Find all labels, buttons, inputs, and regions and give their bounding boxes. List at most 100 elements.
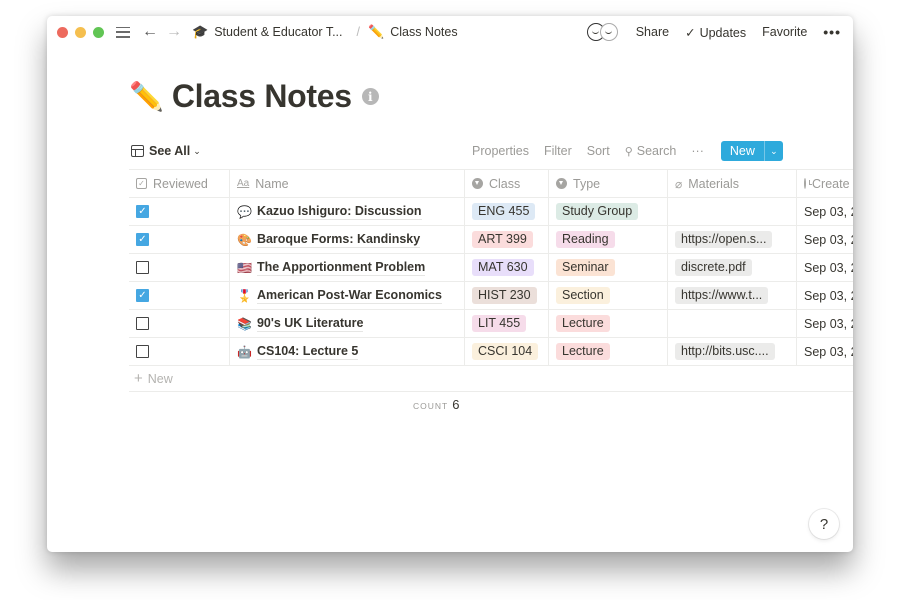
properties-button[interactable]: Properties: [472, 144, 529, 158]
updates-button[interactable]: ✓ Updates: [685, 25, 746, 40]
name-cell[interactable]: 🤖 CS104: Lecture 5: [230, 338, 465, 365]
class-cell[interactable]: HIST 230: [465, 282, 549, 309]
table-row[interactable]: 🤖 CS104: Lecture 5 CSCI 104 Lecture http://b…: [129, 338, 853, 366]
type-cell[interactable]: Reading: [549, 226, 668, 253]
reviewed-checkbox[interactable]: ✓: [136, 205, 149, 218]
sort-button[interactable]: Sort: [587, 144, 610, 158]
row-title[interactable]: CS104: Lecture 5: [256, 344, 359, 360]
close-window-button[interactable]: [57, 26, 68, 38]
search-button[interactable]: ⚲ Search: [625, 144, 677, 158]
created-cell: Sep 03, 2: [797, 226, 853, 253]
page-title[interactable]: Class Notes: [172, 78, 352, 115]
table-row[interactable]: 🇺🇸 The Apportionment Problem MAT 630 Semina…: [129, 254, 853, 282]
material-file-link[interactable]: https://www.t...: [675, 287, 769, 304]
minimize-window-button[interactable]: [75, 26, 86, 38]
materials-cell[interactable]: http://bits.usc....: [668, 338, 797, 365]
table-row[interactable]: ✓ 🎖️ American Post-War Economics HIST 230 Se…: [129, 282, 853, 310]
more-options-icon[interactable]: •••: [823, 24, 841, 40]
column-header-created[interactable]: Create: [797, 170, 853, 197]
help-button[interactable]: ?: [809, 509, 839, 539]
search-icon: ⚲: [624, 146, 633, 158]
type-cell[interactable]: Lecture: [549, 338, 668, 365]
material-file-link[interactable]: discrete.pdf: [675, 259, 752, 276]
type-cell[interactable]: Lecture: [549, 310, 668, 337]
page-emoji-icon: 📚: [237, 316, 252, 331]
row-title[interactable]: American Post-War Economics: [256, 288, 442, 304]
row-count[interactable]: COUNT 6: [413, 397, 459, 412]
materials-cell[interactable]: https://www.t...: [668, 282, 797, 309]
row-title[interactable]: The Apportionment Problem: [256, 260, 426, 276]
check-icon: ✓: [685, 25, 696, 40]
class-cell[interactable]: LIT 455: [465, 310, 549, 337]
materials-cell[interactable]: https://open.s...: [668, 226, 797, 253]
row-title[interactable]: 90's UK Literature: [256, 316, 364, 332]
type-cell[interactable]: Study Group: [549, 198, 668, 225]
class-cell[interactable]: MAT 630: [465, 254, 549, 281]
materials-cell[interactable]: [668, 310, 797, 337]
column-header-name[interactable]: Aa Name: [230, 170, 465, 197]
column-header-class[interactable]: Class: [465, 170, 549, 197]
class-cell[interactable]: ENG 455: [465, 198, 549, 225]
text-property-icon: Aa: [237, 178, 250, 189]
table-row[interactable]: ✓ 💬 Kazuo Ishiguro: Discussion ENG 455 Study…: [129, 198, 853, 226]
count-value: 6: [452, 397, 460, 412]
materials-cell[interactable]: discrete.pdf: [668, 254, 797, 281]
created-cell: Sep 03, 2: [797, 282, 853, 309]
name-cell[interactable]: 🎨 Baroque Forms: Kandinsky: [230, 226, 465, 253]
created-date: Sep 03, 2: [804, 316, 853, 331]
row-title[interactable]: Kazuo Ishiguro: Discussion: [256, 204, 422, 220]
forward-arrow-icon[interactable]: →: [166, 24, 182, 40]
more-view-options-icon[interactable]: ···: [691, 144, 704, 158]
table-row[interactable]: 📚 90's UK Literature LIT 455 Lecture Sep 03,…: [129, 310, 853, 338]
new-button-label[interactable]: New: [721, 141, 764, 161]
name-cell[interactable]: 💬 Kazuo Ishiguro: Discussion: [230, 198, 465, 225]
class-cell[interactable]: CSCI 104: [465, 338, 549, 365]
name-cell[interactable]: 🎖️ American Post-War Economics: [230, 282, 465, 309]
select-property-icon: [556, 178, 567, 189]
class-tag: CSCI 104: [472, 343, 539, 360]
breadcrumb-current-page[interactable]: ✏️ Class Notes: [368, 24, 458, 40]
sidebar-toggle-icon[interactable]: [116, 26, 130, 38]
reviewed-checkbox[interactable]: [136, 317, 149, 330]
reviewed-cell: [129, 254, 230, 281]
reviewed-checkbox[interactable]: ✓: [136, 233, 149, 246]
maximize-window-button[interactable]: [93, 26, 104, 38]
name-cell[interactable]: 📚 90's UK Literature: [230, 310, 465, 337]
back-arrow-icon[interactable]: ←: [142, 24, 158, 40]
page-pencil-icon[interactable]: ✏️: [129, 80, 164, 113]
add-new-row-button[interactable]: + New: [129, 366, 853, 392]
info-icon[interactable]: i: [361, 88, 379, 105]
collaborator-avatars[interactable]: [586, 23, 618, 41]
favorite-button[interactable]: Favorite: [762, 25, 807, 39]
created-date: Sep 03, 2: [804, 260, 853, 275]
class-cell[interactable]: ART 399: [465, 226, 549, 253]
new-template-dropdown-icon[interactable]: ⌄: [763, 141, 783, 161]
column-header-materials[interactable]: ⌀ Materials: [668, 170, 797, 197]
count-label: COUNT: [413, 401, 449, 411]
reviewed-checkbox[interactable]: ✓: [136, 289, 149, 302]
name-cell[interactable]: 🇺🇸 The Apportionment Problem: [230, 254, 465, 281]
table-row[interactable]: ✓ 🎨 Baroque Forms: Kandinsky ART 399 Reading…: [129, 226, 853, 254]
type-cell[interactable]: Section: [549, 282, 668, 309]
share-button[interactable]: Share: [636, 25, 669, 39]
material-file-link[interactable]: http://bits.usc....: [675, 343, 775, 360]
materials-cell[interactable]: [668, 198, 797, 225]
row-title[interactable]: Baroque Forms: Kandinsky: [256, 232, 421, 248]
breadcrumb-workspace[interactable]: 🎓 Student & Educator T...: [192, 24, 343, 40]
column-header-type[interactable]: Type: [549, 170, 668, 197]
type-tag: Lecture: [556, 343, 610, 360]
page-emoji-icon: 🎨: [237, 232, 252, 247]
column-header-reviewed[interactable]: ✓ Reviewed: [129, 170, 230, 197]
type-cell[interactable]: Seminar: [549, 254, 668, 281]
class-tag: LIT 455: [472, 315, 527, 332]
new-record-button[interactable]: New ⌄: [720, 141, 783, 161]
filter-button[interactable]: Filter: [544, 144, 572, 158]
class-tag: MAT 630: [472, 259, 534, 276]
created-date: Sep 03, 2: [804, 288, 853, 303]
reviewed-checkbox[interactable]: [136, 345, 149, 358]
type-tag: Section: [556, 287, 610, 304]
type-tag: Lecture: [556, 315, 610, 332]
reviewed-checkbox[interactable]: [136, 261, 149, 274]
material-file-link[interactable]: https://open.s...: [675, 231, 773, 248]
view-selector[interactable]: See All ⌄: [131, 144, 201, 158]
